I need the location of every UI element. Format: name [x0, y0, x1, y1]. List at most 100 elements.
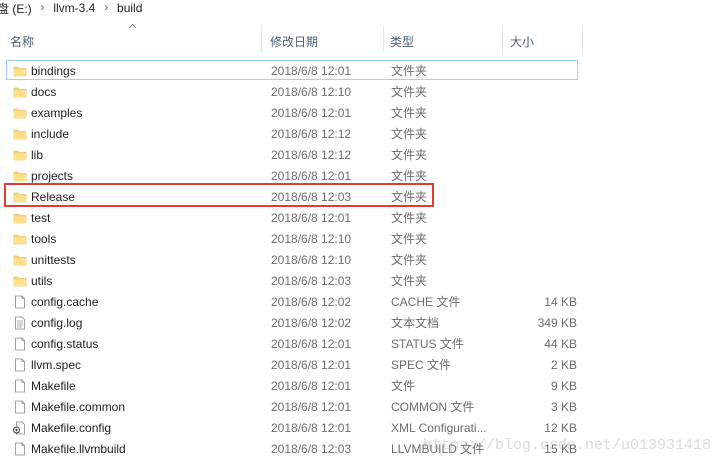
folder-icon	[13, 66, 27, 77]
file-row[interactable]: examples 2018/6/8 12:01 文件夹	[6, 102, 578, 122]
file-date: 2018/6/8 12:01	[271, 337, 352, 351]
folder-icon	[13, 150, 27, 161]
file-size	[527, 271, 577, 291]
file-type: 文件	[391, 379, 416, 393]
file-date: 2018/6/8 12:03	[271, 442, 352, 456]
file-name: tools	[31, 232, 57, 246]
file-name: Makefile.llvmbuild	[31, 442, 126, 456]
file-name: config.cache	[31, 295, 99, 309]
file-size: 2 KB	[550, 358, 577, 372]
file-date: 2018/6/8 12:02	[271, 316, 352, 330]
folder-icon	[13, 234, 27, 245]
file-type: 文件夹	[391, 64, 428, 78]
file-date: 2018/6/8 12:01	[271, 358, 352, 372]
file-name: config.status	[31, 337, 99, 351]
file-size	[527, 145, 577, 165]
file-size: 349 KB	[537, 316, 577, 330]
file-date: 2018/6/8 12:03	[271, 274, 352, 288]
file-date: 2018/6/8 12:03	[271, 190, 352, 204]
folder-icon	[13, 192, 27, 203]
column-divider[interactable]	[261, 26, 262, 52]
file-row[interactable]: config.status 2018/6/8 12:01 STATUS 文件 44 K…	[6, 333, 578, 353]
file-type: 文件夹	[391, 148, 428, 162]
chevron-right-icon[interactable]: ›	[99, 2, 113, 14]
file-size	[527, 61, 577, 81]
file-size	[527, 124, 577, 144]
file-size: 14 KB	[544, 295, 577, 309]
file-type: CACHE 文件	[391, 295, 461, 309]
file-type: 文件夹	[391, 127, 428, 141]
file-type: 文本文档	[391, 316, 440, 330]
breadcrumb-build[interactable]: build	[113, 1, 146, 15]
column-type[interactable]: 类型	[384, 26, 502, 54]
file-name: bindings	[31, 64, 76, 78]
file-row[interactable]: Makefile.config 2018/6/8 12:01 XML Configu…	[6, 417, 578, 437]
file-size	[527, 250, 577, 270]
file-size	[527, 229, 577, 249]
file-date: 2018/6/8 12:01	[271, 169, 352, 183]
file-row[interactable]: bindings 2018/6/8 12:01 文件夹	[6, 60, 578, 80]
breadcrumb-drive[interactable]: 盘 (E:)	[0, 0, 36, 16]
text-file-icon	[15, 316, 25, 330]
file-row[interactable]: config.log 2018/6/8 12:02 文本文档 349 KB	[6, 312, 578, 332]
file-name: unittests	[31, 253, 76, 267]
file-type: 文件夹	[391, 232, 428, 246]
file-type: LLVMBUILD 文件	[391, 442, 485, 456]
folder-icon	[13, 108, 27, 119]
file-row[interactable]: Release 2018/6/8 12:03 文件夹	[6, 186, 578, 206]
file-row[interactable]: test 2018/6/8 12:01 文件夹	[6, 207, 578, 227]
column-size[interactable]: 大小	[504, 26, 582, 54]
file-name: examples	[31, 106, 83, 120]
file-row[interactable]: llvm.spec 2018/6/8 12:01 SPEC 文件 2 KB	[6, 354, 578, 374]
breadcrumb: 盘 (E:) › llvm-3.4 › build	[0, 0, 723, 16]
file-icon	[15, 442, 25, 456]
file-date: 2018/6/8 12:10	[271, 253, 352, 267]
file-icon	[15, 295, 25, 309]
folder-icon	[13, 213, 27, 224]
file-row[interactable]: Makefile 2018/6/8 12:01 文件 9 KB	[6, 375, 578, 395]
file-name: Makefile.config	[31, 421, 112, 435]
file-size: 44 KB	[544, 337, 577, 351]
file-date: 2018/6/8 12:12	[271, 127, 352, 141]
file-name: lib	[31, 148, 44, 162]
file-size	[527, 187, 577, 207]
file-name: docs	[31, 85, 57, 99]
file-row[interactable]: tools 2018/6/8 12:10 文件夹	[6, 228, 578, 248]
column-date[interactable]: 修改日期	[264, 26, 382, 54]
file-row[interactable]: lib 2018/6/8 12:12 文件夹	[6, 144, 578, 164]
folder-icon	[13, 129, 27, 140]
column-name[interactable]: 名称	[4, 26, 260, 54]
file-name: test	[31, 211, 51, 225]
file-row[interactable]: Makefile.llvmbuild 2018/6/8 12:03 LLVMBUIL…	[6, 438, 578, 458]
file-type: 文件夹	[391, 169, 428, 183]
file-date: 2018/6/8 12:01	[271, 379, 352, 393]
folder-icon	[13, 87, 27, 98]
file-type: 文件夹	[391, 253, 428, 267]
column-divider[interactable]	[502, 26, 503, 52]
file-type: XML Configurati...	[391, 421, 487, 435]
column-divider[interactable]	[582, 26, 583, 52]
file-row[interactable]: unittests 2018/6/8 12:10 文件夹	[6, 249, 578, 269]
file-size	[527, 103, 577, 123]
xml-file-icon	[13, 421, 25, 435]
chevron-right-icon[interactable]: ›	[36, 2, 50, 14]
file-date: 2018/6/8 12:10	[271, 232, 352, 246]
folder-icon	[13, 171, 27, 182]
file-date: 2018/6/8 12:01	[271, 211, 352, 225]
file-name: Makefile	[31, 379, 76, 393]
file-row[interactable]: config.cache 2018/6/8 12:02 CACHE 文件 14 KB	[6, 291, 578, 311]
file-row[interactable]: include 2018/6/8 12:12 文件夹	[6, 123, 578, 143]
file-row[interactable]: utils 2018/6/8 12:03 文件夹	[6, 270, 578, 290]
file-row[interactable]: projects 2018/6/8 12:01 文件夹	[6, 165, 578, 185]
file-row[interactable]: docs 2018/6/8 12:10 文件夹	[6, 81, 578, 101]
file-icon	[15, 379, 25, 393]
file-size: 3 KB	[550, 400, 577, 414]
breadcrumb-llvm[interactable]: llvm-3.4	[49, 1, 99, 15]
file-type: STATUS 文件	[391, 337, 464, 351]
file-size: 9 KB	[550, 379, 577, 393]
file-size: 15 KB	[544, 442, 577, 456]
file-row[interactable]: Makefile.common 2018/6/8 12:01 COMMON 文件 3 …	[6, 396, 578, 416]
file-date: 2018/6/8 12:10	[271, 85, 352, 99]
file-icon	[15, 337, 25, 351]
file-date: 2018/6/8 12:01	[271, 106, 352, 120]
